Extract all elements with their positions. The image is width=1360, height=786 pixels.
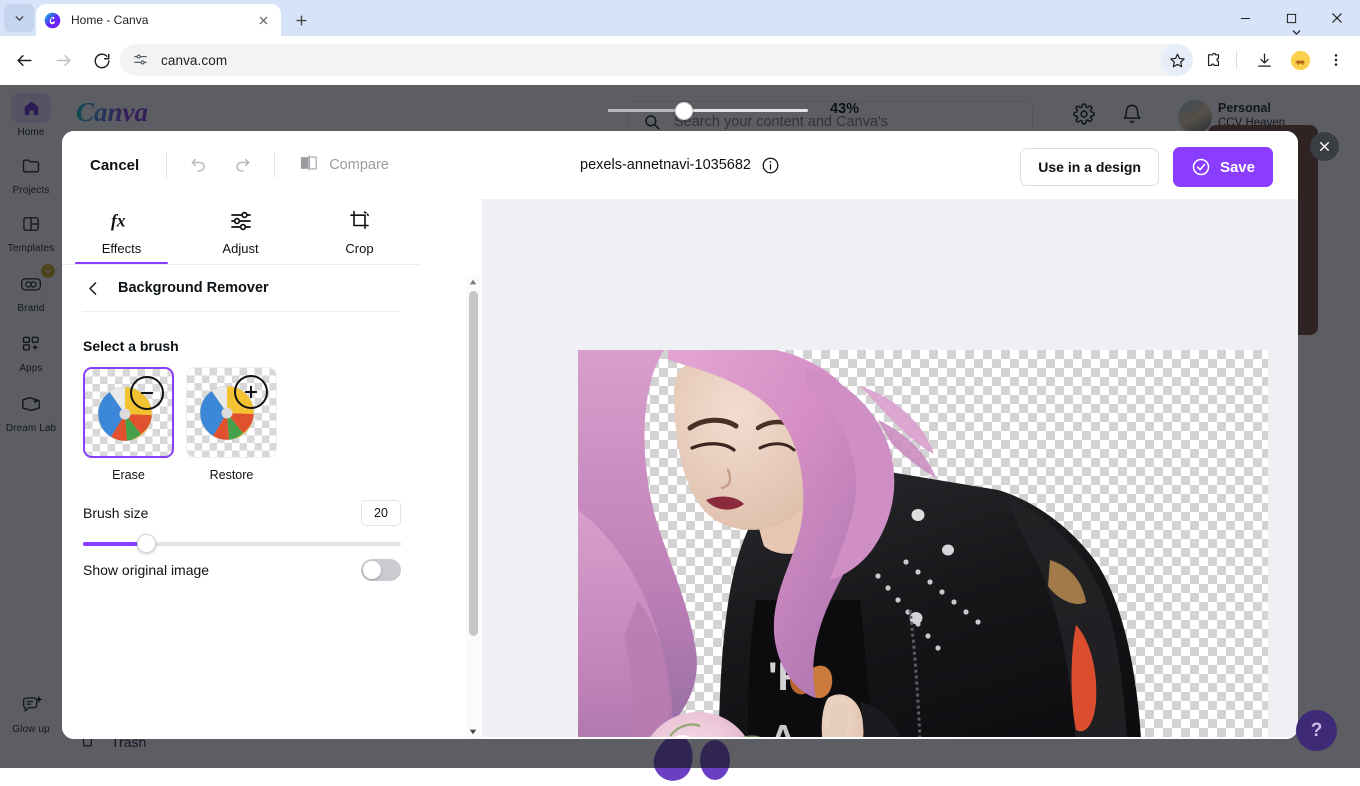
chevron-left-icon[interactable] xyxy=(82,277,104,299)
show-original-image-label: Show original image xyxy=(83,562,210,578)
tab-crop[interactable]: Crop xyxy=(300,199,419,264)
tab-search-chevron-down-icon[interactable] xyxy=(4,4,34,32)
three-dot-menu-icon[interactable] xyxy=(1320,44,1352,76)
browser-tab[interactable]: Home - Canva xyxy=(36,4,281,36)
svg-text:A: A xyxy=(770,717,796,739)
scrollbar-thumb[interactable] xyxy=(468,291,478,636)
brush-label: Erase xyxy=(112,468,145,482)
brush-size-label: Brush size xyxy=(83,505,149,521)
brush-label: Restore xyxy=(209,468,254,482)
extensions-puzzle-icon[interactable] xyxy=(1197,44,1229,76)
brush-thumbnail xyxy=(186,367,277,458)
fx-icon: fx xyxy=(109,208,135,234)
panel-scrollbar[interactable] xyxy=(466,275,480,739)
tab-label: Effects xyxy=(101,240,142,256)
compare-label: Compare xyxy=(329,157,389,173)
cancel-button[interactable]: Cancel xyxy=(90,157,139,174)
zoom-slider-thumb[interactable] xyxy=(675,102,693,120)
compare-split-icon xyxy=(299,154,319,177)
check-circle-icon xyxy=(1191,157,1211,177)
header-divider xyxy=(166,152,168,178)
panel-title: Background Remover xyxy=(118,280,269,296)
tab-effects[interactable]: fx Effects xyxy=(62,199,181,264)
brush-size-slider[interactable] xyxy=(83,534,401,554)
editor-zoom-bar xyxy=(482,737,1298,739)
back-arrow-icon[interactable] xyxy=(7,44,41,78)
toolbar-divider xyxy=(1236,51,1237,69)
brush-option-restore[interactable]: Restore xyxy=(186,367,277,482)
brush-option-erase[interactable]: Erase xyxy=(83,367,174,482)
account-chevron-down-icon[interactable] xyxy=(1290,26,1303,44)
editor-canvas-area[interactable]: 'R A xyxy=(482,199,1298,739)
scroll-up-arrow-icon[interactable] xyxy=(466,275,480,289)
panel-body: Select a brush Erase Restore Brush size … xyxy=(62,312,420,739)
browser-chrome: Home - Canva canva.com xyxy=(0,0,1360,85)
image-editor-modal: Cancel Compare pexels-annetnavi-1035682 xyxy=(62,131,1298,739)
site-settings-icon[interactable] xyxy=(132,51,150,69)
slider-thumb[interactable] xyxy=(137,534,157,553)
undo-icon[interactable] xyxy=(181,147,217,183)
info-icon[interactable] xyxy=(761,156,780,175)
brush-size-row: Brush size 20 xyxy=(83,498,401,528)
brush-thumbnail xyxy=(83,367,174,458)
reload-icon[interactable] xyxy=(85,44,119,78)
forward-arrow-icon[interactable] xyxy=(46,44,80,78)
sliders-icon xyxy=(229,208,253,234)
header-divider xyxy=(274,152,276,178)
tab-label: Adjust xyxy=(222,240,259,256)
canva-favicon-icon xyxy=(44,12,61,29)
use-in-a-design-button[interactable]: Use in a design xyxy=(1020,148,1159,186)
toggle-knob xyxy=(363,561,381,579)
help-button[interactable]: ? xyxy=(1296,710,1337,751)
zoom-level-value: 43% xyxy=(830,101,860,117)
tab-strip: Home - Canva xyxy=(0,0,1360,36)
image-cutout: 'R A xyxy=(578,350,1142,739)
svg-text:fx: fx xyxy=(111,210,126,230)
minus-circle-icon xyxy=(130,376,164,410)
redo-icon[interactable] xyxy=(224,147,260,183)
brush-size-input[interactable]: 20 xyxy=(361,500,401,526)
toolbar-actions xyxy=(1157,44,1352,76)
editor-tool-panel: fx Effects Adjust Crop Background Remove… xyxy=(62,199,420,739)
save-button[interactable]: Save xyxy=(1172,147,1273,187)
star-icon[interactable] xyxy=(1161,44,1193,76)
panel-header: Background Remover xyxy=(62,265,420,311)
plus-circle-icon xyxy=(234,375,268,409)
tab-label: Crop xyxy=(345,240,374,256)
brush-section-title: Select a brush xyxy=(83,338,179,354)
header-actions: Use in a design Save xyxy=(1020,147,1273,187)
scroll-down-arrow-icon[interactable] xyxy=(466,725,480,739)
compare-button[interactable]: Compare xyxy=(299,154,389,177)
tab-title: Home - Canva xyxy=(71,13,149,27)
editor-header: Cancel Compare pexels-annetnavi-1035682 xyxy=(62,131,1298,199)
artboard-transparency-canvas[interactable]: 'R A xyxy=(578,350,1268,739)
browser-toolbar: canva.com xyxy=(0,36,1360,85)
zoom-slider[interactable] xyxy=(608,102,808,120)
zoom-slider-fill xyxy=(608,109,684,112)
window-minimize-button[interactable] xyxy=(1222,0,1268,36)
tab-adjust[interactable]: Adjust xyxy=(181,199,300,264)
modal-close-icon[interactable] xyxy=(1310,132,1339,161)
address-bar-url: canva.com xyxy=(161,52,228,68)
new-tab-button[interactable] xyxy=(287,7,315,33)
tab-close-icon[interactable] xyxy=(253,10,273,30)
window-close-button[interactable] xyxy=(1314,0,1360,36)
editor-tabs: fx Effects Adjust Crop xyxy=(62,199,420,264)
image-filename: pexels-annetnavi-1035682 xyxy=(580,157,751,173)
save-label: Save xyxy=(1219,158,1255,176)
profile-avatar-icon[interactable] xyxy=(1284,44,1316,76)
undo-redo-group xyxy=(181,147,260,183)
crop-icon xyxy=(348,208,372,234)
show-original-image-toggle[interactable] xyxy=(361,559,401,581)
show-original-image-row: Show original image xyxy=(83,554,401,586)
address-bar[interactable]: canva.com xyxy=(120,44,1190,76)
download-icon[interactable] xyxy=(1248,44,1280,76)
